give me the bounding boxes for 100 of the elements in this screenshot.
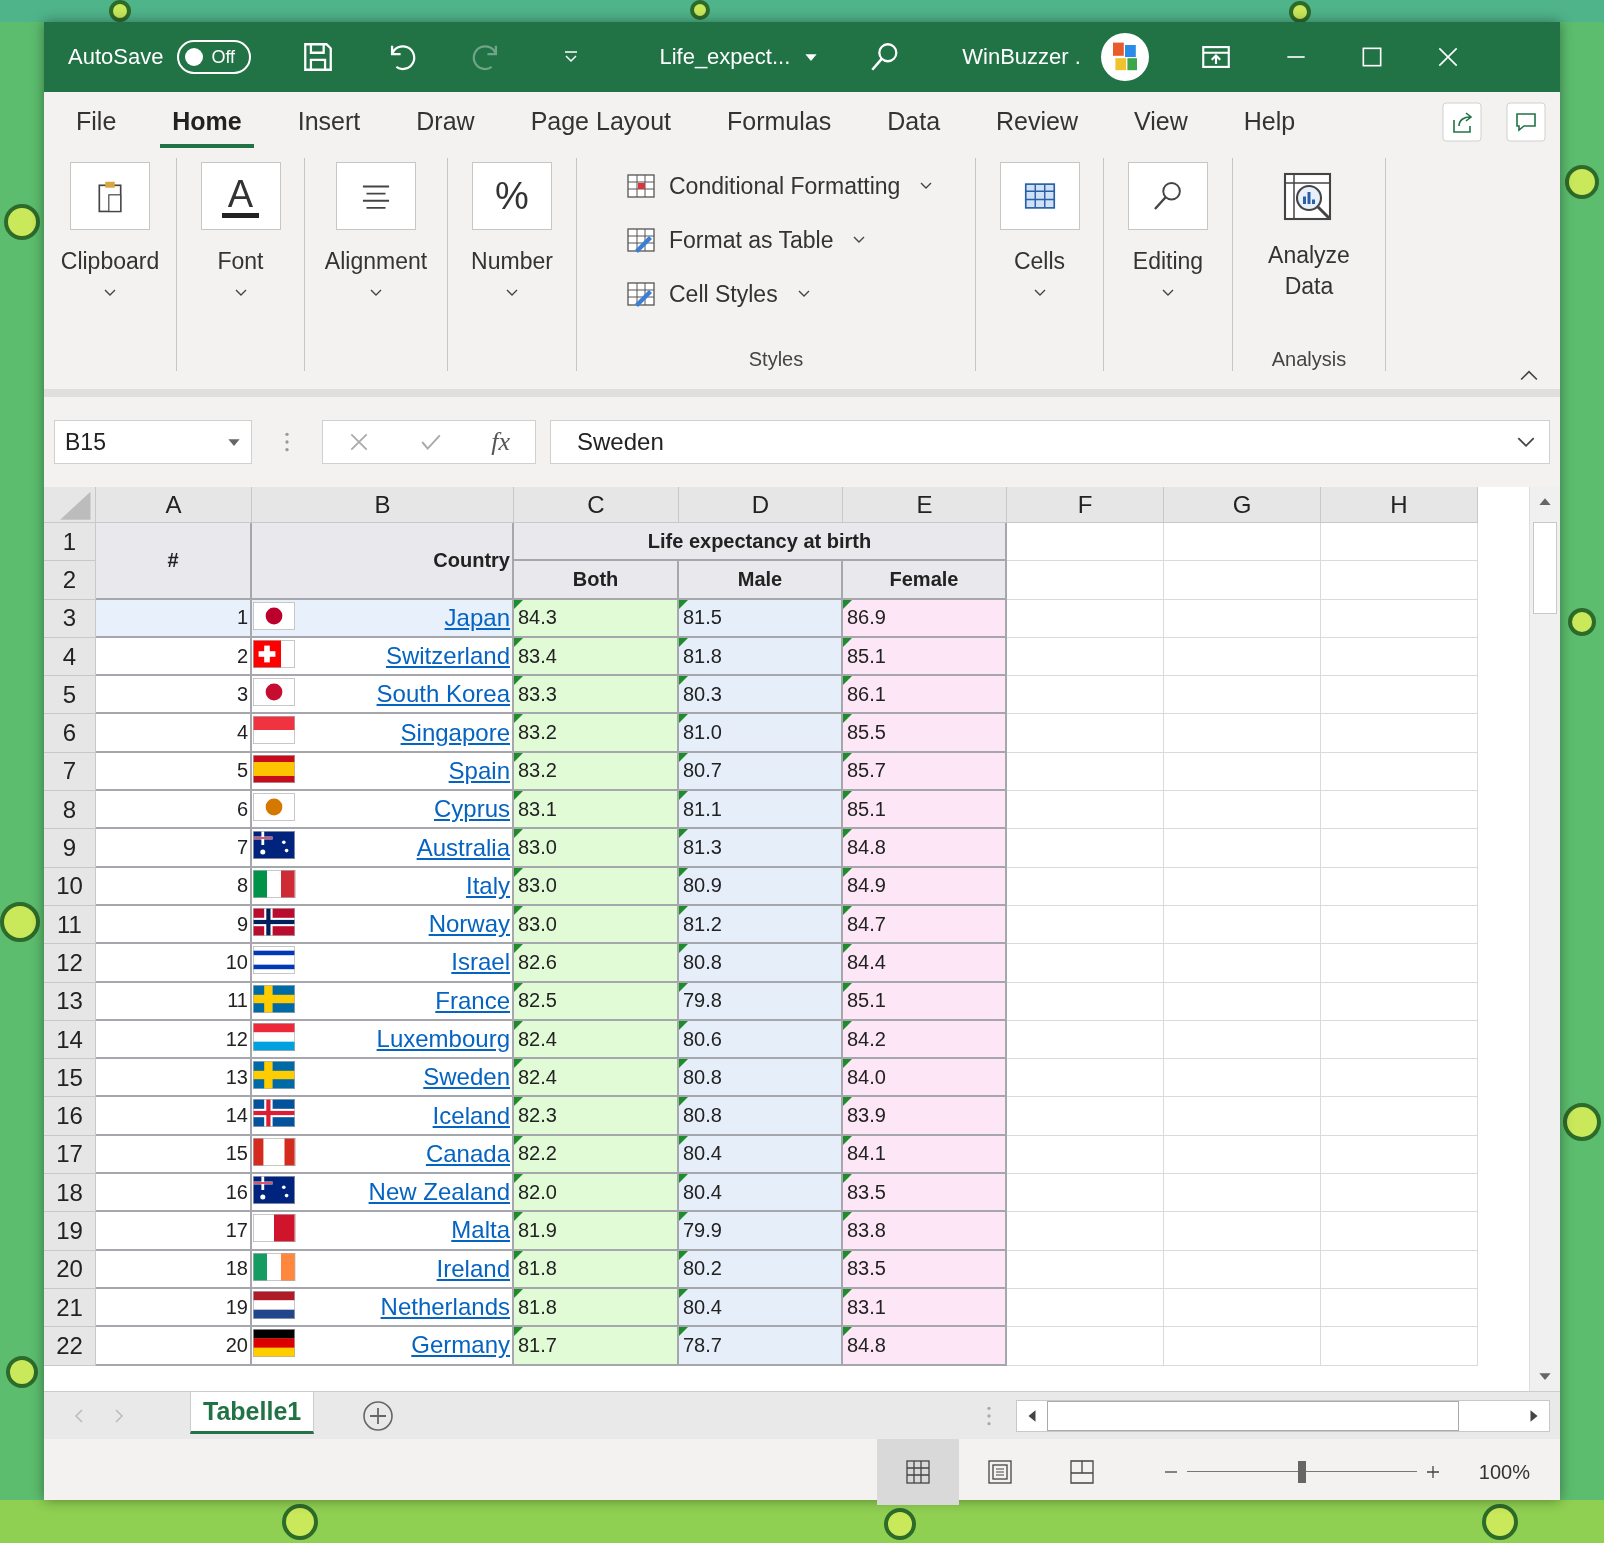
country-link[interactable]: Ireland — [436, 1254, 510, 1283]
empty-cell[interactable] — [1164, 1250, 1321, 1289]
group-button[interactable]: % — [472, 162, 552, 230]
user-name[interactable]: WinBuzzer . — [962, 44, 1081, 70]
column-header[interactable]: B — [252, 487, 514, 523]
country-link[interactable]: Italy — [466, 871, 510, 900]
empty-cell[interactable] — [1321, 561, 1478, 600]
country-link[interactable]: Japan — [444, 603, 510, 632]
ribbon-tab[interactable]: Draw — [404, 96, 487, 148]
empty-cell[interactable] — [1164, 1327, 1321, 1366]
ribbon-tab[interactable]: Insert — [285, 96, 373, 148]
empty-cell[interactable] — [1164, 867, 1321, 906]
country-link[interactable]: Cyprus — [433, 795, 510, 824]
insert-function-button[interactable]: fx — [491, 427, 511, 457]
empty-cell[interactable] — [1164, 714, 1321, 753]
page-icon[interactable] — [986, 1459, 1013, 1485]
empty-cell[interactable] — [1321, 599, 1478, 638]
empty-cell[interactable] — [1321, 944, 1478, 983]
row-header[interactable]: 21 — [44, 1288, 96, 1328]
drag-handle-icon[interactable] — [284, 431, 290, 453]
scroll-thumb[interactable] — [1533, 522, 1558, 614]
empty-cell[interactable] — [1164, 561, 1321, 600]
ribbon-tab[interactable]: Review — [984, 96, 1091, 148]
drag-handle-icon[interactable] — [986, 1404, 992, 1427]
chevron-down-icon[interactable] — [104, 289, 116, 297]
country-link[interactable]: Iceland — [432, 1101, 510, 1130]
empty-cell[interactable] — [1164, 905, 1321, 945]
country-link[interactable]: Switzerland — [385, 642, 510, 671]
ribbon-tab[interactable]: Data — [875, 96, 953, 148]
empty-cell[interactable] — [1164, 791, 1321, 830]
empty-cell[interactable] — [1164, 752, 1321, 792]
empty-cell[interactable] — [1321, 676, 1478, 715]
styles-menu-button[interactable]: Cell Styles — [625, 278, 810, 310]
file-name-button[interactable]: Life_expect... — [659, 44, 819, 70]
empty-cell[interactable] — [1164, 599, 1321, 638]
chevron-down-icon[interactable] — [370, 289, 382, 297]
caret-icon[interactable] — [804, 52, 819, 62]
row-header[interactable]: 4 — [44, 637, 96, 677]
analyze-data-button[interactable]: Analyze Data — [1254, 158, 1364, 302]
row-header[interactable]: 19 — [44, 1212, 96, 1251]
country-link[interactable]: Australia — [416, 833, 510, 862]
scroll-up-icon[interactable] — [1538, 497, 1553, 506]
empty-cell[interactable] — [1164, 1212, 1321, 1251]
ribbon-tab[interactable]: Help — [1231, 96, 1308, 148]
empty-cell[interactable] — [1321, 752, 1478, 792]
empty-cell[interactable] — [1321, 829, 1478, 868]
empty-cell[interactable] — [1164, 982, 1321, 1021]
row-header[interactable]: 22 — [44, 1327, 96, 1366]
row-header[interactable]: 17 — [44, 1135, 96, 1175]
empty-cell[interactable] — [1164, 944, 1321, 983]
country-link[interactable]: Germany — [411, 1331, 510, 1360]
chevron-down-icon[interactable] — [920, 182, 933, 190]
formula-input[interactable]: Sweden — [550, 420, 1550, 464]
empty-cell[interactable] — [1321, 523, 1478, 562]
chevron-down-icon[interactable] — [1517, 436, 1535, 448]
ribbon-tab[interactable]: Home — [160, 96, 254, 148]
group-label[interactable]: Editing — [1132, 248, 1204, 275]
empty-cell[interactable] — [1321, 1174, 1478, 1213]
add-sheet-icon[interactable] — [362, 1399, 395, 1432]
country-link[interactable]: New Zealand — [368, 1178, 510, 1207]
scroll-thumb[interactable] — [1047, 1400, 1459, 1431]
name-box[interactable]: B15 — [54, 420, 252, 464]
normal-view-button[interactable] — [876, 1439, 959, 1505]
empty-cell[interactable] — [1321, 1212, 1478, 1251]
empty-cell[interactable] — [1164, 829, 1321, 868]
group-label[interactable]: Font — [217, 248, 264, 275]
horizontal-scrollbar[interactable] — [1016, 1399, 1550, 1432]
styles-menu-button[interactable]: Format as Table — [625, 224, 866, 256]
group-label[interactable]: Alignment — [324, 248, 428, 275]
ribbon-tab[interactable]: File — [64, 96, 129, 148]
country-link[interactable]: Sweden — [423, 1063, 510, 1092]
ribbon-tab[interactable]: Formulas — [715, 96, 844, 148]
column-header[interactable]: A — [96, 487, 252, 523]
customize-caret-icon[interactable] — [563, 50, 580, 64]
row-header[interactable]: 20 — [44, 1250, 96, 1289]
empty-cell[interactable] — [1164, 1097, 1321, 1136]
ribbon-tab[interactable]: View — [1122, 96, 1200, 148]
country-link[interactable]: Israel — [451, 948, 510, 977]
empty-cell[interactable] — [1321, 714, 1478, 753]
empty-cell[interactable] — [1321, 791, 1478, 830]
empty-cell[interactable] — [1321, 982, 1478, 1021]
column-header[interactable]: C — [514, 487, 679, 523]
row-header[interactable]: 3 — [44, 599, 96, 638]
empty-cell[interactable] — [1164, 1020, 1321, 1060]
empty-cell[interactable] — [1164, 676, 1321, 715]
group-label[interactable]: Cells — [1013, 248, 1066, 275]
empty-cell[interactable] — [1164, 637, 1321, 677]
row-header[interactable]: 18 — [44, 1174, 96, 1213]
grid-icon[interactable] — [904, 1459, 931, 1485]
empty-cell[interactable] — [1321, 905, 1478, 945]
row-header[interactable]: 1 — [44, 523, 96, 562]
row-header[interactable]: 15 — [44, 1059, 96, 1098]
zoom-level[interactable]: 100% — [1478, 1460, 1530, 1484]
empty-cell[interactable] — [1321, 637, 1478, 677]
styles-menu-button[interactable]: Conditional Formatting — [625, 170, 933, 202]
group-label[interactable]: Number — [471, 248, 553, 275]
collapse-ribbon-icon[interactable] — [1520, 369, 1538, 381]
country-link[interactable]: Netherlands — [380, 1293, 510, 1322]
chevron-down-icon[interactable] — [1162, 289, 1174, 297]
group-button[interactable]: A — [200, 162, 281, 230]
